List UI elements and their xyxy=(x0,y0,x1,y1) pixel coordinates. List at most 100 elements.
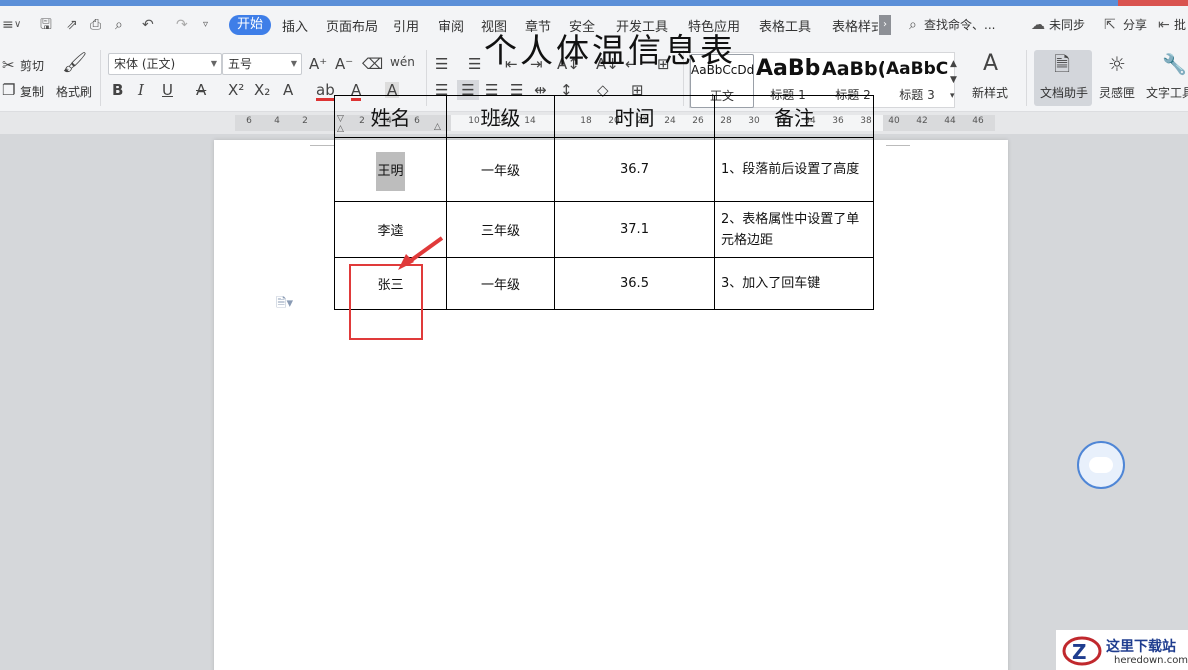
watermark-title: 这里下载站 xyxy=(1106,639,1176,655)
table-cell[interactable]: 3、加入了回车键 xyxy=(714,257,874,310)
ruler-tick: 2 xyxy=(302,116,308,126)
font-size-select[interactable]: 五号 ▼ xyxy=(222,53,302,75)
copy-icon[interactable]: ❐ xyxy=(2,82,15,98)
style-name: 标题 3 xyxy=(899,88,935,102)
clear-format-icon[interactable]: ⌫ xyxy=(362,56,383,72)
tab-page-layout[interactable]: 页面布局 xyxy=(326,16,378,35)
italic-icon[interactable]: I xyxy=(138,82,144,98)
doc-assistant-button[interactable]: 🗎 文档助手 xyxy=(1034,50,1092,106)
new-style-icon[interactable]: A xyxy=(983,53,998,75)
underline-icon[interactable]: U xyxy=(162,82,173,98)
lightbulb-icon[interactable]: ☼ xyxy=(1108,54,1126,74)
font-name-select[interactable]: 宋体 (正文) ▼ xyxy=(108,53,222,75)
font-size-value: 五号 xyxy=(228,57,253,71)
style-preview: AaBb( xyxy=(822,58,884,80)
tab-insert[interactable]: 插入 xyxy=(282,16,308,35)
bold-icon[interactable]: B xyxy=(112,82,123,98)
gallery-more-icon[interactable]: ▾ xyxy=(950,88,955,104)
table-cell[interactable]: 36.7 xyxy=(554,137,715,202)
table-cell[interactable]: 一年级 xyxy=(446,137,555,202)
print-preview-icon[interactable]: ⌕ xyxy=(115,17,123,33)
doc-assistant-icon: 🗎 xyxy=(1054,52,1071,76)
style-preview: AaBbC( xyxy=(886,59,948,79)
table-header-row: 姓名 班级 时间 备注 xyxy=(334,95,874,138)
watermark-url: heredown.com xyxy=(1114,655,1188,666)
tab-scroll-right-icon[interactable]: › xyxy=(879,15,891,35)
svg-text:Z: Z xyxy=(1072,640,1087,664)
tab-home[interactable]: 开始 xyxy=(229,15,271,35)
phonetic-icon[interactable]: wén xyxy=(390,54,415,70)
more-quick-icon[interactable]: ▿ xyxy=(203,17,208,33)
doc-assistant-label: 文档助手 xyxy=(1040,86,1089,100)
document-title[interactable]: 个人体温信息表 xyxy=(430,24,790,72)
ribbon-divider xyxy=(1026,50,1027,106)
tab-references[interactable]: 引用 xyxy=(393,16,419,35)
cut-button[interactable]: 剪切 xyxy=(20,57,44,74)
copy-button[interactable]: 复制 xyxy=(20,83,44,100)
assistant-bot-icon[interactable] xyxy=(1077,441,1125,489)
annotation-box xyxy=(349,264,423,340)
gallery-up-icon[interactable]: ▲ xyxy=(950,56,957,72)
ruler-tick: 42 xyxy=(916,116,928,126)
cloud-icon[interactable]: ☁ xyxy=(1031,17,1045,33)
print-icon[interactable]: ⎙ xyxy=(90,17,101,33)
table-cell[interactable]: 三年级 xyxy=(446,201,555,258)
highlight-color-icon[interactable]: ab xyxy=(316,82,335,101)
crop-mark xyxy=(310,140,334,146)
site-watermark: Z 这里下载站 heredown.com xyxy=(1056,630,1188,670)
header-note[interactable]: 备注 xyxy=(714,95,874,138)
table-cell[interactable]: 36.5 xyxy=(554,257,715,310)
table-cell[interactable]: 2、表格属性中设置了单元格边距 xyxy=(714,201,874,258)
scissors-icon[interactable]: ✂ xyxy=(2,57,15,73)
table-cell[interactable]: 一年级 xyxy=(446,257,555,310)
text-tools-button[interactable]: 文字工具 xyxy=(1146,84,1188,101)
header-time[interactable]: 时间 xyxy=(554,95,715,138)
format-painter-button[interactable]: 格式刷 xyxy=(56,83,92,100)
new-style-button[interactable]: 新样式 xyxy=(972,84,1008,101)
inspiration-button[interactable]: 灵感匣 xyxy=(1099,84,1135,101)
font-name-value: 宋体 (正文) xyxy=(114,57,176,71)
table-cell[interactable]: 1、段落前后设置了高度 xyxy=(714,137,874,202)
subscript-icon[interactable]: X₂ xyxy=(254,82,270,98)
superscript-icon[interactable]: X² xyxy=(228,82,244,98)
command-search[interactable]: 查找命令、... xyxy=(924,16,995,33)
menu-icon[interactable]: ≡ xyxy=(2,17,14,33)
save-icon[interactable]: 🖫 xyxy=(40,17,52,33)
watermark-logo: Z xyxy=(1062,636,1102,666)
paragraph-options-icon[interactable]: 🗎▾ xyxy=(276,294,293,316)
undo-icon[interactable]: ↶ xyxy=(142,17,154,33)
chevron-down-icon: ▼ xyxy=(210,59,217,68)
format-painter-icon[interactable]: 🖌 xyxy=(62,52,87,72)
selected-text[interactable]: 王明 xyxy=(376,152,405,191)
batch-icon[interactable]: ⇤ xyxy=(1158,17,1170,33)
grow-font-icon[interactable]: A⁺ xyxy=(309,56,327,72)
ruler-tick: 40 xyxy=(888,116,900,126)
wrench-icon[interactable]: 🔧 xyxy=(1162,54,1187,74)
chevron-down-icon[interactable]: ∨ xyxy=(14,17,21,33)
text-effect-icon[interactable]: A xyxy=(283,82,293,98)
table-cell[interactable]: 37.1 xyxy=(554,201,715,258)
export-icon[interactable]: ⇗ xyxy=(66,17,78,33)
header-class[interactable]: 班级 xyxy=(446,95,555,138)
ruler-tick: 44 xyxy=(944,116,956,126)
redo-icon[interactable]: ↷ xyxy=(176,17,188,33)
crop-mark xyxy=(886,140,910,146)
chevron-down-icon: ▼ xyxy=(290,59,297,68)
tab-table-styles[interactable]: 表格样式 xyxy=(832,16,878,35)
ruler-tick: 6 xyxy=(246,116,252,126)
batch-button[interactable]: 批 xyxy=(1174,16,1186,33)
search-icon[interactable]: ⌕ xyxy=(909,17,917,33)
ribbon-divider xyxy=(100,50,101,106)
ruler-tick: 46 xyxy=(972,116,984,126)
table-row: 王明 一年级 36.7 1、段落前后设置了高度 xyxy=(334,137,874,202)
header-name[interactable]: 姓名 xyxy=(334,95,447,138)
share-icon[interactable]: ⇱ xyxy=(1104,17,1116,33)
share-button[interactable]: 分享 xyxy=(1123,16,1147,33)
annotation-arrow xyxy=(398,236,444,270)
strikethrough-icon[interactable]: A xyxy=(196,82,206,98)
sync-status[interactable]: 未同步 xyxy=(1049,16,1085,33)
style-heading-3[interactable]: AaBbC( 标题 3 xyxy=(886,54,948,108)
shrink-font-icon[interactable]: A⁻ xyxy=(335,56,353,72)
gallery-down-icon[interactable]: ▼ xyxy=(950,72,957,88)
table-cell[interactable]: 王明 xyxy=(334,137,447,202)
